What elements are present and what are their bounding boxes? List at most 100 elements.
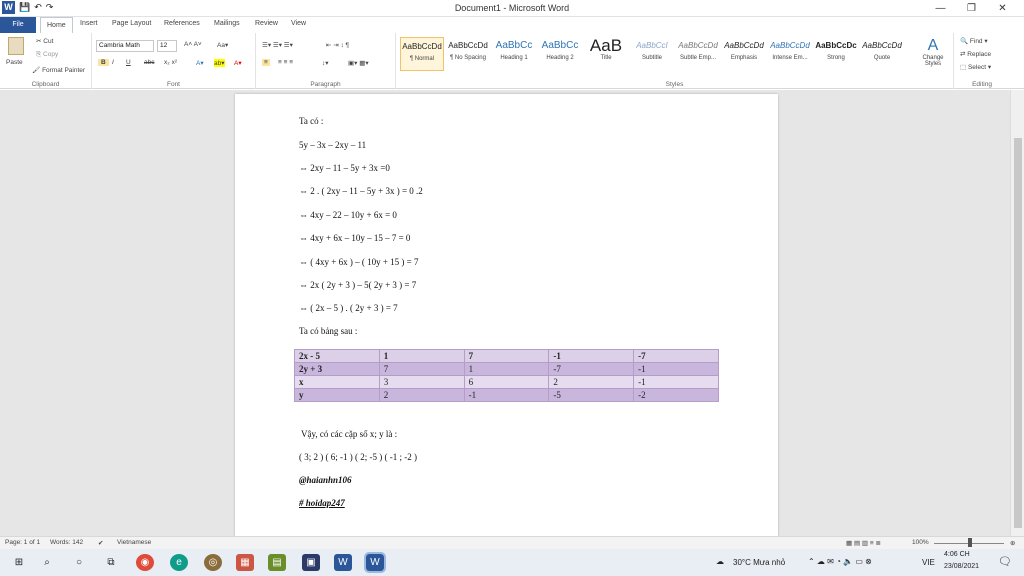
replace-button[interactable]: ⇄ Replace — [960, 50, 991, 58]
style-normal[interactable]: AaBbCcDd ¶ Normal — [400, 37, 444, 71]
change-case-icon[interactable]: Aa▾ — [217, 41, 228, 49]
style-subtitle[interactable]: AaBbCcI Subtitle — [630, 37, 674, 71]
input-language[interactable]: VIE — [922, 558, 935, 567]
style-name: Intense Em... — [772, 55, 808, 61]
underline-button[interactable]: U — [126, 59, 131, 66]
bold-button[interactable]: B — [98, 59, 109, 66]
minimize-button[interactable]: — — [925, 1, 956, 16]
weather-text[interactable]: 30°C Mưa nhỏ — [733, 558, 785, 567]
change-styles-button[interactable]: A Change Styles — [914, 37, 952, 67]
style-emphasis[interactable]: AaBbCcDd Emphasis — [722, 37, 766, 71]
select-label: Select — [967, 64, 987, 71]
align-center-icon[interactable]: ≡ ≡ ≡ — [278, 59, 293, 66]
close-button[interactable]: ✕ — [987, 1, 1018, 16]
language-status[interactable]: Vietnamese — [117, 539, 151, 546]
subscript-button[interactable]: x₂ x² — [164, 59, 177, 66]
select-button[interactable]: ⬚ Select ▾ — [960, 63, 991, 71]
table-cell: -1 — [548, 349, 635, 363]
windows-start-icon[interactable]: ⊞ — [10, 554, 28, 571]
stack-app-icon[interactable]: ▤ — [268, 554, 286, 571]
word-active-taskbar-icon[interactable]: W — [364, 552, 386, 573]
zoom-in-icon[interactable]: ⊕ — [1010, 539, 1015, 547]
tab-home[interactable]: Home — [40, 17, 73, 33]
align-left-icon[interactable]: ≡ — [262, 59, 270, 66]
style-sample: AaBbCcDd — [770, 41, 810, 50]
tab-view[interactable]: View — [291, 20, 306, 27]
style-quote[interactable]: AaBbCcDd Quote — [860, 37, 904, 71]
font-label: Font — [166, 81, 180, 88]
tab-file[interactable]: File — [0, 17, 36, 33]
tab-page-layout[interactable]: Page Layout — [112, 20, 151, 27]
tab-insert[interactable]: Insert — [80, 20, 98, 27]
tab-review[interactable]: Review — [255, 20, 278, 27]
paragraph-group: ☰▾ ☰▾ ☰▾ ⇤ ⇥ ↕ ¶ ≡ ≡ ≡ ≡ ↕▾ ▣▾ ▦▾ Paragr… — [256, 33, 396, 89]
search-icon[interactable]: ⌕ — [38, 554, 56, 571]
table-cell: 2 — [548, 375, 635, 389]
find-button[interactable]: 🔍 Find ▾ — [960, 37, 988, 45]
word-count[interactable]: Words: 142 — [50, 539, 83, 546]
table-cell: -1 — [633, 362, 719, 376]
paste-button[interactable]: Paste — [6, 59, 23, 66]
style-name: ¶ Normal — [409, 56, 435, 62]
doc-line: 5y – 3x – 2xy – 11 — [299, 140, 367, 150]
style-sample: AaBbCcI — [636, 41, 668, 50]
bullets-icon[interactable]: ☰▾ ☰▾ ☰▾ — [262, 41, 293, 49]
highlight-icon[interactable]: ab▾ — [214, 59, 225, 67]
tab-mailings[interactable]: Mailings — [214, 20, 240, 27]
clock-time[interactable]: 4:06 CH — [944, 551, 970, 558]
italic-button[interactable]: I — [112, 59, 114, 66]
grow-font-icon[interactable]: A˄ A˅ — [184, 41, 202, 48]
style-name: Title — [600, 55, 612, 61]
tray-icons[interactable]: ⌃ ☁ ✉ ◔ 🔈 ▭ ⊗ — [808, 557, 872, 566]
line-spacing-icon[interactable]: ↕▾ — [322, 59, 329, 67]
table-cell: 7 — [378, 362, 465, 376]
zoom-slider-thumb[interactable] — [968, 538, 972, 547]
change-styles-label: Change Styles — [922, 55, 944, 67]
shading-icon[interactable]: ▣▾ ▦▾ — [348, 59, 369, 67]
format-painter-button[interactable]: 🖌 Format Painter — [32, 66, 85, 74]
font-name-select[interactable]: Cambria Math — [96, 40, 154, 52]
restore-button[interactable]: ❐ — [956, 1, 987, 16]
word-taskbar-icon[interactable]: W — [334, 554, 352, 571]
document-page[interactable]: Ta có : 5y – 3x – 2xy – 11 ⇔ 2xy – 11 – … — [235, 94, 778, 536]
font-size-select[interactable]: 12 — [157, 40, 177, 52]
photos-icon[interactable]: ▦ — [236, 554, 254, 571]
paste-icon[interactable] — [8, 37, 24, 55]
edge-icon[interactable]: e — [170, 554, 188, 571]
cortana-icon[interactable]: ○ — [70, 554, 88, 571]
style-no-spacing[interactable]: AaBbCcDd ¶ No Spacing — [446, 37, 490, 71]
page-count[interactable]: Page: 1 of 1 — [5, 539, 40, 546]
cut-button[interactable]: ✂ Cut — [36, 37, 53, 45]
table-row: 2x - 5 1 7 -1 -7 — [294, 349, 719, 363]
table-cell: 6 — [463, 375, 550, 389]
styles-group: AaBbCcDd ¶ Normal AaBbCcDd ¶ No Spacing Aa… — [396, 33, 954, 89]
chrome-icon[interactable]: ◉ — [136, 554, 154, 571]
style-intense-emphasis[interactable]: AaBbCcDd Intense Em... — [768, 37, 812, 71]
weather-icon[interactable]: ☁ — [716, 557, 724, 566]
doc-line: Ta có bảng sau : — [299, 326, 358, 336]
copy-button[interactable]: ⎘ Copy — [36, 51, 58, 59]
strikethrough-button[interactable]: abc — [144, 59, 154, 66]
clock-date[interactable]: 23/08/2021 — [944, 563, 979, 570]
style-subtle-emphasis[interactable]: AaBbCcDd Subtle Emp... — [676, 37, 720, 71]
vertical-scrollbar[interactable] — [1010, 90, 1024, 536]
app-icon[interactable]: ▣ — [302, 554, 320, 571]
style-heading-1[interactable]: AaBbCc Heading 1 — [492, 37, 536, 71]
doc-line: ⇔ ( 2x – 5 ) . ( 2y + 3 ) = 7 — [299, 303, 398, 313]
tab-references[interactable]: References — [164, 20, 200, 27]
indent-icon[interactable]: ⇤ ⇥ ↕ ¶ — [326, 41, 349, 49]
taskbar: ⊞ ⌕ ○ ⧉ ◉ e ◎ ▦ ▤ ▣ W W ☁ 30°C Mưa nhỏ ⌃… — [0, 549, 1024, 576]
style-heading-2[interactable]: AaBbCc Heading 2 — [538, 37, 582, 71]
replace-label: Replace — [967, 51, 992, 58]
view-buttons[interactable]: ▦ ▤ ▥ ≡ ≣ — [846, 539, 881, 547]
app-icon[interactable]: ◎ — [204, 554, 222, 571]
style-title[interactable]: AaB Title — [584, 37, 628, 71]
scroll-thumb[interactable] — [1014, 138, 1022, 528]
style-strong[interactable]: AaBbCcDc Strong — [814, 37, 858, 71]
notification-icon[interactable]: 🗨 — [998, 555, 1012, 568]
text-effects-icon[interactable]: A▾ — [196, 59, 204, 67]
font-color-icon[interactable]: A▾ — [234, 59, 242, 67]
task-view-icon[interactable]: ⧉ — [102, 554, 120, 571]
spellcheck-icon[interactable]: ✔ — [98, 539, 103, 547]
zoom-level[interactable]: 100% — [912, 539, 929, 546]
